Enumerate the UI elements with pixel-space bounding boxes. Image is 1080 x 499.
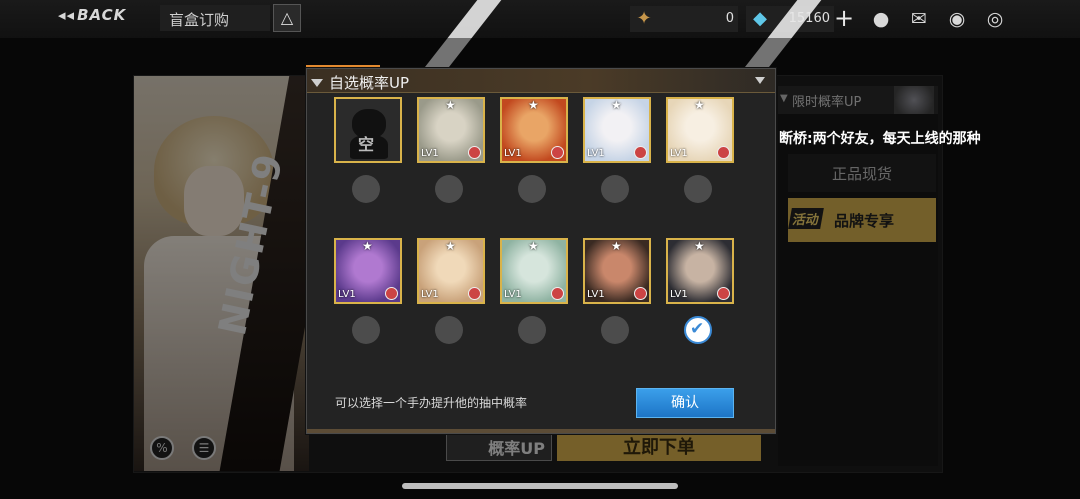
select-radio[interactable]	[684, 175, 712, 203]
select-radio[interactable]	[518, 316, 546, 344]
figure-card[interactable]: ★ LV1	[583, 97, 651, 163]
star-icon: ★	[528, 98, 539, 112]
diamond-icon: ◆	[753, 8, 767, 29]
warning-icon[interactable]: △	[273, 4, 301, 32]
figure-level: LV1	[670, 289, 688, 300]
star-icon: ★	[694, 98, 705, 112]
triangle-icon	[755, 77, 765, 84]
settings-icon[interactable]: ◎	[982, 6, 1008, 32]
triangle-icon	[311, 79, 323, 87]
element-badge-icon	[551, 146, 564, 159]
element-badge-icon	[385, 287, 398, 300]
back-label: BACK	[77, 6, 127, 24]
select-radio[interactable]	[435, 175, 463, 203]
top-bar: ◂◂ BACK 盲盒订购 △ ✦ 0 ◆ 15160 + ● ✉ ◉ ◎	[0, 0, 1080, 38]
element-badge-icon	[634, 287, 647, 300]
element-badge-icon	[634, 146, 647, 159]
screen-title-box: 盲盒订购	[160, 5, 270, 31]
dialog-header: 自选概率UP	[307, 69, 775, 93]
select-radio[interactable]	[352, 175, 380, 203]
chat-icon[interactable]: ●	[868, 6, 894, 32]
element-badge-icon	[551, 287, 564, 300]
dialog-title: 自选概率UP	[329, 74, 410, 92]
star-icon: ★	[528, 239, 539, 253]
star-icon: ★	[611, 239, 622, 253]
figure-level: LV1	[504, 148, 522, 159]
speech-text: 断桥:两个好友，每天上线的那种	[779, 131, 981, 147]
home-indicator	[402, 483, 678, 489]
mail-icon[interactable]: ✉	[906, 6, 932, 32]
currency-gold: ✦ 0	[630, 6, 738, 32]
figure-level: LV1	[338, 289, 356, 300]
star-icon: ★	[694, 239, 705, 253]
star-icon: ★	[445, 98, 456, 112]
select-radio[interactable]	[352, 316, 380, 344]
dialog-footer-line	[307, 429, 775, 433]
dialog-hint: 可以选择一个手办提升他的抽中概率	[335, 396, 528, 410]
select-radio[interactable]	[601, 316, 629, 344]
figure-card[interactable]: ★ LV1	[500, 97, 568, 163]
figure-level: LV1	[421, 289, 439, 300]
figure-level: LV1	[504, 289, 522, 300]
select-up-dialog: 自选概率UP 空 ★ LV1 ★ LV1 ★ LV1 ★ LV1 ★ LV1 ★ LV1 ★ LV1 ★ LV1…	[306, 68, 776, 434]
screen: ◂◂ BACK 盲盒订购 △ ✦ 0 ◆ 15160 + ● ✉ ◉ ◎ NIGH…	[0, 0, 1080, 499]
figure-card[interactable]: ★ LV1	[583, 238, 651, 304]
add-currency-button[interactable]: +	[834, 4, 854, 32]
figure-card[interactable]: ★ LV1	[334, 238, 402, 304]
figure-level: LV1	[587, 148, 605, 159]
selected-radio-check-icon[interactable]	[684, 316, 712, 344]
star-icon: ★	[611, 98, 622, 112]
back-button[interactable]: ◂◂ BACK	[58, 6, 126, 24]
figure-level: LV1	[670, 148, 688, 159]
element-badge-icon	[717, 146, 730, 159]
screen-title: 盲盒订购	[169, 11, 230, 29]
figure-level: LV1	[587, 289, 605, 300]
element-badge-icon	[468, 146, 481, 159]
element-badge-icon	[717, 287, 730, 300]
back-arrow-icon: ◂◂	[58, 6, 76, 24]
figure-card[interactable]: ★ LV1	[500, 238, 568, 304]
star-icon: ★	[445, 239, 456, 253]
star-icon: ★	[362, 239, 373, 253]
select-radio[interactable]	[435, 316, 463, 344]
empty-silhouette-icon: 空	[348, 105, 388, 159]
element-badge-icon	[468, 287, 481, 300]
gold-value: 0	[725, 11, 734, 26]
empty-label: 空	[358, 135, 375, 154]
figure-card[interactable]: ★ LV1	[666, 238, 734, 304]
select-radio[interactable]	[518, 175, 546, 203]
bag-icon[interactable]: ◉	[944, 6, 970, 32]
figure-level: LV1	[421, 148, 439, 159]
figure-card[interactable]: ★ LV1	[417, 238, 485, 304]
select-radio[interactable]	[601, 175, 629, 203]
figure-card[interactable]: ★ LV1	[666, 97, 734, 163]
empty-figure-slot[interactable]: 空	[334, 97, 402, 163]
gold-coin-icon: ✦	[636, 8, 652, 29]
confirm-button[interactable]: 确认	[636, 388, 734, 418]
figure-card[interactable]: ★ LV1	[417, 97, 485, 163]
